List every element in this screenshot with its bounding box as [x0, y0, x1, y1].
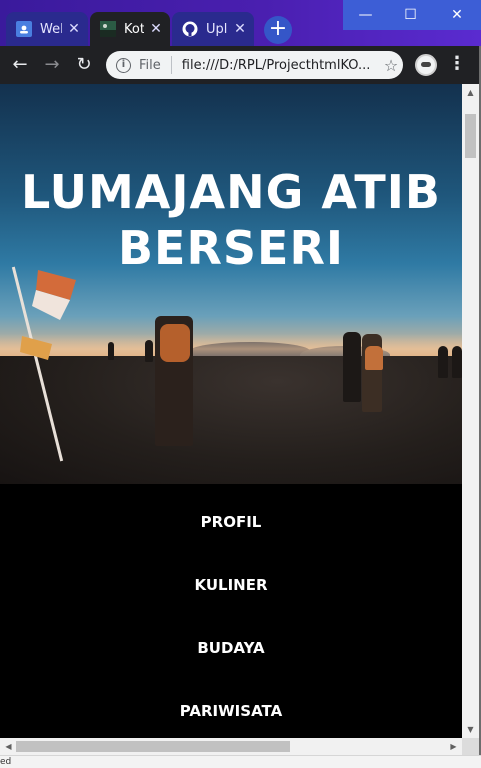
address-scheme-label: File — [139, 57, 161, 73]
new-tab-button[interactable]: + — [264, 16, 292, 44]
tab-2-title: Kot — [124, 21, 144, 37]
hero-banner: LUMAJANG ATIB BERSERI — [0, 84, 462, 484]
address-url[interactable]: file:///D:/RPL/ProjecthtmlKO... — [182, 58, 379, 73]
horizontal-scroll-thumb[interactable] — [16, 741, 290, 752]
hero-title: LUMAJANG ATIB BERSERI — [0, 164, 462, 276]
info-icon[interactable]: i — [116, 57, 131, 73]
tab-3[interactable]: Upl ✕ — [172, 12, 254, 46]
scroll-up-icon[interactable]: ▲ — [462, 84, 479, 101]
hiker-figure — [108, 342, 114, 360]
address-bar[interactable]: i File file:///D:/RPL/ProjecthtmlKO... ☆ — [106, 51, 403, 79]
hiker-figure — [452, 346, 462, 378]
scroll-down-icon[interactable]: ▼ — [462, 721, 479, 738]
vertical-scrollbar[interactable]: ▲ ▼ — [462, 84, 479, 738]
bookmark-star-icon[interactable]: ☆ — [379, 56, 403, 75]
hero-title-line-2: BERSERI — [118, 221, 344, 275]
tab-3-title: Upl — [206, 21, 228, 37]
vertical-scroll-thumb[interactable] — [465, 114, 476, 158]
tab-2-close-icon[interactable]: ✕ — [148, 21, 164, 37]
close-window-button[interactable]: ✕ — [433, 0, 481, 30]
tab-3-close-icon[interactable]: ✕ — [232, 21, 248, 37]
hiker-figure — [343, 332, 361, 402]
horizontal-scrollbar[interactable]: ◀ ▶ — [0, 738, 462, 755]
address-divider — [170, 56, 172, 74]
nav-link-budaya[interactable]: BUDAYA — [0, 639, 462, 657]
forward-button[interactable]: → — [40, 53, 64, 77]
profile-avatar-icon[interactable] — [415, 54, 437, 76]
status-bar: ed — [0, 755, 481, 768]
hiker-jacket — [365, 346, 383, 370]
nav-link-profil[interactable]: PROFIL — [0, 513, 462, 531]
landscape-image-icon — [100, 21, 116, 37]
tab-1[interactable]: Wel ✕ — [6, 12, 88, 46]
minimize-button[interactable]: — — [343, 0, 388, 30]
github-icon — [182, 21, 198, 37]
scroll-right-icon[interactable]: ▶ — [445, 738, 462, 755]
flag-shape — [20, 336, 52, 360]
site-nav: PROFIL KULINER BUDAYA PARIWISATA — [0, 484, 462, 738]
browser-toolbar: ← → ↻ i File file:///D:/RPL/ProjecthtmlK… — [0, 46, 481, 84]
nav-link-kuliner[interactable]: KULINER — [0, 576, 462, 594]
reload-button[interactable]: ↻ — [72, 53, 96, 77]
scroll-left-icon[interactable]: ◀ — [0, 738, 17, 755]
maximize-button[interactable]: ☐ — [388, 0, 433, 30]
tab-1-title: Wel — [40, 21, 62, 37]
page-viewport: LUMAJANG ATIB BERSERI PROFIL KULINER BUD… — [0, 84, 462, 738]
tab-2[interactable]: Kot ✕ — [90, 12, 170, 46]
status-text: ed — [0, 757, 12, 767]
ground-terrain — [0, 356, 462, 484]
back-button[interactable]: ← — [8, 53, 32, 77]
hero-title-line-1: LUMAJANG ATIB — [21, 165, 441, 219]
hiker-figure — [438, 346, 448, 378]
browser-menu-icon[interactable]: ⋮ — [448, 53, 466, 77]
tab-1-close-icon[interactable]: ✕ — [66, 21, 82, 37]
scrollbar-corner — [462, 738, 479, 755]
contacts-icon — [16, 21, 32, 37]
hiker-figure — [145, 340, 153, 362]
nav-link-pariwisata[interactable]: PARIWISATA — [0, 702, 462, 720]
browser-title-bar: Wel ✕ Kot ✕ Upl ✕ + — ☐ ✕ — [0, 0, 481, 46]
hiker-jacket — [160, 324, 190, 362]
